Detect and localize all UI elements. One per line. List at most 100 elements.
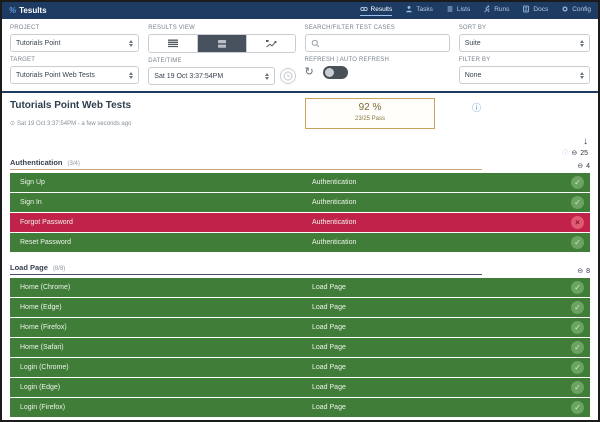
test-row[interactable]: Home (Chrome) Load Page ✓ bbox=[10, 278, 590, 297]
test-row[interactable]: Home (Safari) Load Page ✓ bbox=[10, 338, 590, 357]
suite-section-authentication: Authentication (3/4) ⊖ 4 Sign Up Authent… bbox=[2, 158, 598, 252]
select-caret-icon bbox=[129, 72, 133, 79]
check-icon: ✓ bbox=[571, 301, 584, 314]
search-input[interactable] bbox=[324, 40, 444, 47]
pass-percent: 92 % bbox=[306, 102, 434, 113]
auto-refresh-toggle[interactable] bbox=[323, 66, 348, 79]
test-name: Forgot Password bbox=[20, 219, 312, 226]
test-row[interactable]: Login (Edge) Load Page ✓ bbox=[10, 378, 590, 397]
sort-by-select[interactable]: Suite bbox=[459, 34, 590, 52]
collapse-section-icon[interactable]: ⊖ bbox=[577, 268, 583, 275]
test-row[interactable]: Home (Firefox) Load Page ✓ bbox=[10, 318, 590, 337]
test-row[interactable]: Sign In Authentication ✓ bbox=[10, 193, 590, 212]
select-caret-icon bbox=[129, 40, 133, 47]
results-view-segmented bbox=[148, 34, 295, 53]
section-header: Authentication (3/4) bbox=[10, 158, 482, 170]
gear-icon bbox=[561, 5, 569, 13]
search-field: SEARCH/FILTER TEST CASES bbox=[305, 25, 450, 52]
filter-by-field: FILTER BY None bbox=[459, 57, 590, 84]
target-select[interactable]: Tutorials Point Web Tests bbox=[10, 66, 139, 84]
sort-by-select-value: Suite bbox=[465, 40, 481, 47]
dense-list-view-button[interactable] bbox=[149, 35, 197, 52]
test-name: Reset Password bbox=[20, 239, 312, 246]
datetime-label: DATE/TIME bbox=[148, 58, 295, 64]
test-name: Home (Chrome) bbox=[20, 284, 312, 291]
check-icon: ✓ bbox=[571, 321, 584, 334]
brand-logo[interactable]: % Tesults bbox=[9, 6, 47, 15]
info-small-icon[interactable]: ⓘ bbox=[562, 151, 568, 157]
results-view-field: RESULTS VIEW bbox=[148, 25, 295, 53]
summary-header: Tutorials Point Web Tests ⊙ Sat 19 Oct 3… bbox=[2, 93, 598, 137]
test-name: Sign In bbox=[20, 199, 312, 206]
collapse-all-icon[interactable]: ⊖ bbox=[571, 150, 577, 157]
test-suite: Load Page bbox=[312, 304, 571, 311]
test-suite: Authentication bbox=[312, 219, 571, 226]
test-row[interactable]: Sign Up Authentication ✓ bbox=[10, 173, 590, 192]
test-row[interactable]: Login (Firefox) Load Page ✓ bbox=[10, 398, 590, 417]
test-row[interactable]: Forgot Password Authentication × bbox=[10, 213, 590, 232]
section-header: Load Page (8/8) bbox=[10, 263, 482, 275]
collapse-section-icon[interactable]: ⊖ bbox=[577, 163, 583, 170]
test-row[interactable]: Home (Edge) Load Page ✓ bbox=[10, 298, 590, 317]
tesults-app-window: % Tesults Results Tasks Lists Runs D bbox=[0, 0, 600, 422]
card-list-icon bbox=[216, 39, 228, 49]
filter-by-select[interactable]: None bbox=[459, 66, 590, 84]
nav-item-docs[interactable]: Docs bbox=[522, 5, 548, 16]
toolbar: PROJECT Tutorials Point TARGET Tutorials… bbox=[2, 19, 598, 91]
test-name: Login (Edge) bbox=[20, 384, 312, 391]
filter-by-label: FILTER BY bbox=[459, 57, 590, 63]
check-icon: ✓ bbox=[571, 341, 584, 354]
results-controls: ↓ ⓘ ⊖ 25 bbox=[2, 137, 598, 157]
check-icon: ✓ bbox=[571, 381, 584, 394]
section-pass-ratio: (8/8) bbox=[53, 266, 65, 272]
nav-label: Results bbox=[371, 6, 393, 13]
test-suite: Load Page bbox=[312, 384, 571, 391]
person-icon bbox=[405, 5, 413, 13]
clock-icon bbox=[283, 71, 293, 81]
target-field: TARGET Tutorials Point Web Tests bbox=[10, 57, 139, 84]
dense-list-icon bbox=[167, 39, 179, 48]
datetime-field: DATE/TIME Sat 19 Oct 3:37:54PM bbox=[148, 58, 295, 85]
test-row[interactable]: Login (Chrome) Load Page ✓ bbox=[10, 358, 590, 377]
search-icon bbox=[311, 39, 320, 48]
suite-section-load-page: Load Page (8/8) ⊖ 8 Home (Chrome) Load P… bbox=[2, 263, 598, 417]
download-arrow-icon[interactable]: ↓ bbox=[2, 137, 588, 147]
nav-label: Config bbox=[572, 6, 591, 13]
datetime-select[interactable]: Sat 19 Oct 3:37:54PM bbox=[148, 67, 274, 85]
nav-item-runs[interactable]: Runs bbox=[483, 5, 509, 16]
refresh-icon[interactable]: ↻ bbox=[305, 67, 314, 78]
total-test-count: 25 bbox=[580, 150, 588, 157]
time-picker-button[interactable] bbox=[280, 68, 296, 84]
cross-icon: × bbox=[571, 216, 584, 229]
project-select[interactable]: Tutorials Point bbox=[10, 34, 139, 52]
test-name: Sign Up bbox=[20, 179, 312, 186]
nav-item-lists[interactable]: Lists bbox=[446, 5, 470, 16]
chart-view-button[interactable] bbox=[246, 35, 295, 52]
test-suite: Load Page bbox=[312, 364, 571, 371]
test-name: Home (Safari) bbox=[20, 344, 312, 351]
test-row[interactable]: Reset Password Authentication ✓ bbox=[10, 233, 590, 252]
datetime-select-value: Sat 19 Oct 3:37:54PM bbox=[154, 73, 223, 80]
info-icon[interactable]: ⓘ bbox=[472, 104, 481, 113]
nav-item-tasks[interactable]: Tasks bbox=[405, 5, 433, 16]
test-name: Login (Chrome) bbox=[20, 364, 312, 371]
tesults-logo-icon: % bbox=[9, 6, 16, 15]
nav-label: Tasks bbox=[416, 6, 433, 13]
document-icon bbox=[522, 5, 530, 13]
nav-item-config[interactable]: Config bbox=[561, 5, 591, 16]
card-list-view-button[interactable] bbox=[197, 35, 246, 52]
check-icon: ✓ bbox=[571, 176, 584, 189]
section-title: Authentication bbox=[10, 158, 63, 167]
nav-label: Docs bbox=[533, 6, 548, 13]
project-select-value: Tutorials Point bbox=[16, 40, 60, 47]
pass-ratio: 23/25 Pass bbox=[306, 116, 434, 122]
runner-icon bbox=[483, 5, 491, 13]
refresh-field: REFRESH | AUTO REFRESH ↻ bbox=[305, 57, 450, 79]
test-suite: Load Page bbox=[312, 404, 571, 411]
brand-name: Tesults bbox=[19, 6, 46, 15]
refresh-label: REFRESH | AUTO REFRESH bbox=[305, 57, 450, 63]
run-timestamp-text: Sat 19 Oct 3:37:54PM - a few seconds ago bbox=[17, 121, 131, 127]
sort-by-field: SORT BY Suite bbox=[459, 25, 590, 52]
test-name: Login (Firefox) bbox=[20, 404, 312, 411]
nav-item-results[interactable]: Results bbox=[360, 5, 393, 16]
